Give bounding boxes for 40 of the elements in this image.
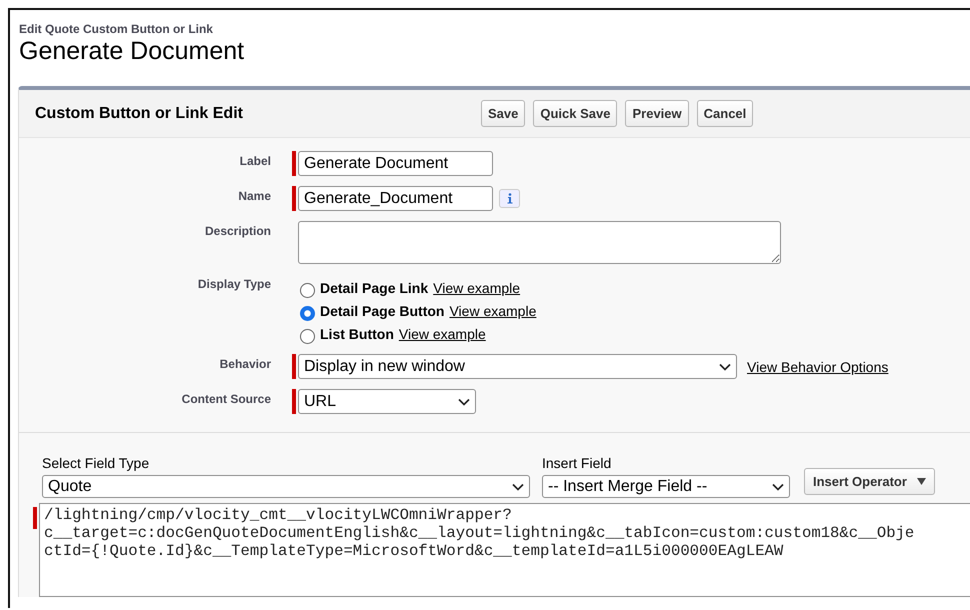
toolbar-button[interactable]: Save <box>481 100 526 127</box>
behavior-options-link[interactable]: View Behavior Options <box>747 358 888 374</box>
view-example-link[interactable]: View example <box>398 324 486 344</box>
select-dropdown[interactable]: -- Insert Merge Field -- <box>542 475 790 498</box>
description-field[interactable] <box>298 221 781 264</box>
field-label: Name <box>237 188 272 203</box>
field-label: Display Type <box>196 276 272 291</box>
insert-operator-button[interactable]: Insert Operator <box>804 468 935 495</box>
view-example-link[interactable]: View example <box>449 301 536 321</box>
option-label: List Button <box>320 325 394 344</box>
field-label: Insert Field <box>542 455 612 471</box>
field-label: Behavior <box>218 356 272 371</box>
radio-button[interactable] <box>300 328 315 344</box>
option-label: Detail Page Button <box>320 302 444 321</box>
formula-editor[interactable]: /lightning/cmp/vlocity_cmt__vlocityLWCOmniWrapper? c__target=c:docGenQuoteDocumentEnglish&c__layout=lightning&c__tabIcon=custom:custom18&c__Obje ctId={!Quote.Id}&c__TemplateType=MicrosoftWord&c__templateId=a1L5i000000EAgLEAW <box>39 503 970 597</box>
select-dropdown[interactable]: URL <box>298 389 476 414</box>
option-label: Detail Page Link <box>320 279 428 298</box>
view-example-link[interactable]: View example <box>433 278 520 298</box>
field-label: Label <box>238 153 272 168</box>
field-label: Select Field Type <box>42 455 150 471</box>
breadcrumb-title: Edit Quote Custom Button or Link <box>19 22 214 36</box>
field-label: Content Source <box>180 391 272 406</box>
chevron-down-icon <box>458 398 470 406</box>
panel-title: Custom Button or Link Edit <box>34 104 244 122</box>
field-label: Description <box>204 223 272 238</box>
radio-button[interactable] <box>300 282 315 298</box>
text-input[interactable]: Generate Document <box>298 151 493 176</box>
radio-button[interactable] <box>300 306 315 320</box>
page-title: Generate Document <box>19 36 246 66</box>
toolbar-button[interactable]: Preview <box>625 100 689 127</box>
toolbar-button[interactable]: Quick Save <box>533 100 618 127</box>
select-dropdown[interactable]: Display in new window <box>298 354 737 379</box>
chevron-down-icon <box>512 482 524 490</box>
info-icon[interactable] <box>499 189 520 208</box>
select-dropdown[interactable]: Quote <box>42 475 530 498</box>
chevron-down-icon <box>772 482 784 490</box>
triangle-down-icon <box>916 478 926 485</box>
text-input[interactable]: Generate_Document <box>298 186 493 211</box>
toolbar-button[interactable]: Cancel <box>696 100 754 127</box>
chevron-down-icon <box>719 362 731 370</box>
